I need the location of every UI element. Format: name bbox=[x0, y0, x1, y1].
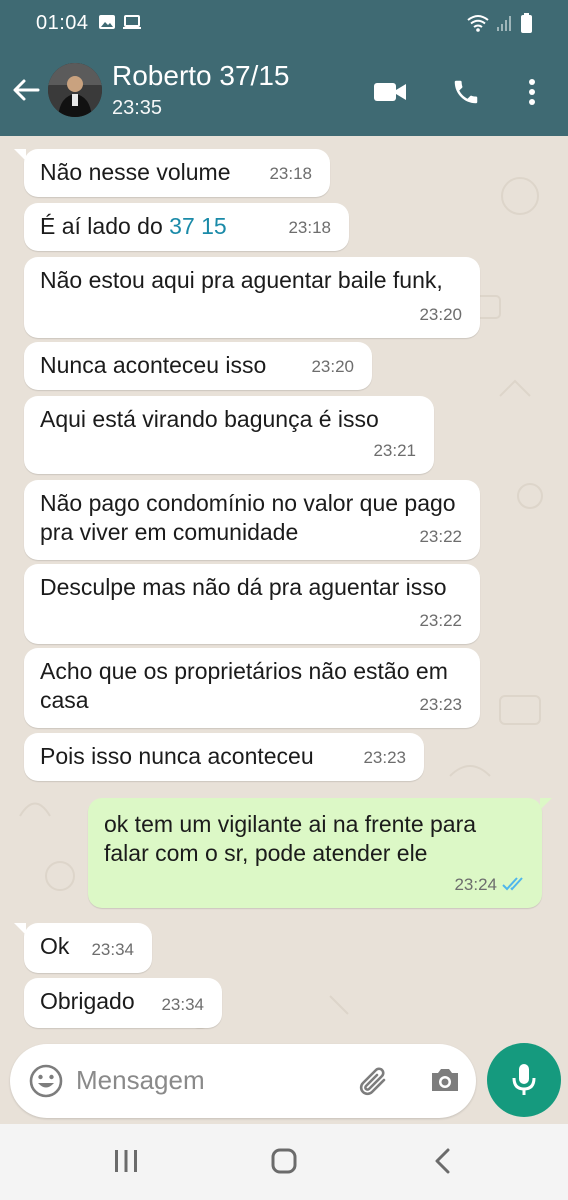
message-composer[interactable]: Mensagem bbox=[10, 1044, 476, 1118]
message-text: Aqui está virando bagunça é isso bbox=[40, 406, 379, 432]
back-nav-button[interactable] bbox=[432, 1148, 454, 1179]
more-options-button[interactable] bbox=[514, 74, 550, 110]
message-time: 23:21 bbox=[373, 436, 416, 465]
message-time: 23:20 bbox=[311, 352, 354, 381]
message-time: 23:34 bbox=[91, 935, 134, 964]
incoming-message[interactable]: Desculpe mas não dá pra aguentar isso 23:… bbox=[24, 564, 480, 644]
message-time-text: 23:20 bbox=[419, 305, 462, 324]
paperclip-icon bbox=[359, 1067, 386, 1096]
message-text: Nunca aconteceu isso bbox=[40, 352, 267, 378]
battery-icon bbox=[521, 13, 532, 33]
back-button[interactable] bbox=[10, 74, 42, 106]
home-button[interactable] bbox=[271, 1148, 297, 1179]
outgoing-message[interactable]: ok tem um vigilante ai na frente para fa… bbox=[88, 798, 542, 908]
message-time: 23:24 bbox=[454, 870, 528, 899]
message-text-part: É aí lado do bbox=[40, 213, 170, 239]
message-time-text: 23:24 bbox=[454, 875, 497, 894]
incoming-message[interactable]: Ok 23:34 bbox=[24, 923, 152, 973]
message-text: ok tem um vigilante ai na frente para fa… bbox=[104, 811, 477, 866]
message-time: 23:20 bbox=[419, 300, 462, 329]
incoming-message[interactable]: Obrigado 23:34 bbox=[24, 978, 222, 1028]
emoji-icon bbox=[29, 1064, 63, 1098]
message-time-text: 23:18 bbox=[288, 218, 331, 237]
voice-call-button[interactable] bbox=[448, 74, 484, 110]
incoming-message[interactable]: Aqui está virando bagunça é isso 23:21 bbox=[24, 396, 434, 474]
home-icon bbox=[271, 1148, 297, 1174]
bubble-tail bbox=[14, 923, 26, 935]
system-navigation-bar bbox=[0, 1124, 568, 1200]
wifi-icon bbox=[467, 15, 489, 32]
message-time: 23:18 bbox=[269, 159, 312, 188]
phone-number-link[interactable]: 37 15 bbox=[169, 213, 227, 239]
last-seen: 23:35 bbox=[112, 97, 163, 119]
signal-icon bbox=[497, 16, 511, 31]
message-time-text: 23:34 bbox=[91, 940, 134, 959]
double-check-icon bbox=[502, 877, 523, 891]
voice-message-button[interactable] bbox=[487, 1043, 561, 1117]
chat-header: Roberto 37/15 23:35 bbox=[0, 46, 568, 136]
contact-photo-icon bbox=[48, 63, 102, 117]
video-call-button[interactable] bbox=[372, 74, 408, 110]
message-text: Desculpe mas não dá pra aguentar isso bbox=[40, 574, 447, 600]
message-time-text: 23:20 bbox=[311, 357, 354, 376]
incoming-message[interactable]: Pois isso nunca aconteceu 23:23 bbox=[24, 733, 424, 781]
recent-apps-button[interactable] bbox=[114, 1148, 138, 1179]
message-time-text: 23:23 bbox=[419, 695, 462, 714]
contact-name[interactable]: Roberto 37/15 bbox=[112, 60, 289, 92]
incoming-message[interactable]: Não estou aqui pra aguentar baile funk, 2… bbox=[24, 257, 480, 338]
message-text: Não estou aqui pra aguentar baile funk, bbox=[40, 267, 443, 293]
incoming-message[interactable]: Nunca aconteceu isso 23:20 bbox=[24, 342, 372, 390]
arrow-left-icon bbox=[13, 79, 40, 101]
phone-icon bbox=[454, 80, 478, 104]
gallery-icon bbox=[99, 15, 115, 29]
attach-button[interactable] bbox=[356, 1063, 392, 1104]
message-input[interactable]: Mensagem bbox=[76, 1065, 205, 1096]
message-text: Não pago condomínio no valor que pago pr… bbox=[40, 490, 456, 545]
message-time: 23:22 bbox=[419, 606, 462, 635]
message-time-text: 23:23 bbox=[363, 748, 406, 767]
message-time: 23:22 bbox=[419, 522, 462, 551]
incoming-message[interactable]: Acho que os proprietários não estão em c… bbox=[24, 648, 480, 728]
chevron-left-icon bbox=[435, 1148, 450, 1174]
message-time: 23:34 bbox=[161, 990, 204, 1019]
more-vertical-icon bbox=[529, 79, 535, 105]
video-camera-icon bbox=[374, 83, 406, 101]
camera-icon bbox=[432, 1069, 458, 1091]
avatar[interactable] bbox=[48, 63, 102, 117]
message-time-text: 23:22 bbox=[419, 527, 462, 546]
microphone-icon bbox=[512, 1064, 536, 1095]
message-time-text: 23:22 bbox=[419, 611, 462, 630]
incoming-message[interactable]: É aí lado do 37 15 23:18 bbox=[24, 203, 349, 251]
message-time: 23:23 bbox=[363, 743, 406, 772]
message-time-text: 23:21 bbox=[373, 441, 416, 460]
message-time: 23:18 bbox=[288, 213, 331, 242]
incoming-message[interactable]: Não nesse volume 23:18 bbox=[24, 149, 330, 197]
message-time: 23:23 bbox=[419, 690, 462, 719]
message-text: Acho que os proprietários não estão em c… bbox=[40, 658, 448, 713]
message-time-text: 23:34 bbox=[161, 995, 204, 1014]
camera-button[interactable] bbox=[428, 1063, 462, 1102]
message-time-text: 23:18 bbox=[269, 164, 312, 183]
bubble-tail bbox=[540, 798, 552, 810]
emoji-button[interactable] bbox=[28, 1063, 64, 1104]
status-bar: 01:04 bbox=[0, 0, 568, 46]
message-text: Pois isso nunca aconteceu bbox=[40, 743, 314, 769]
recents-icon bbox=[115, 1150, 137, 1172]
bubble-tail bbox=[14, 149, 26, 161]
incoming-message[interactable]: Não pago condomínio no valor que pago pr… bbox=[24, 480, 480, 560]
laptop-icon bbox=[123, 15, 141, 29]
status-time: 01:04 bbox=[36, 12, 89, 34]
